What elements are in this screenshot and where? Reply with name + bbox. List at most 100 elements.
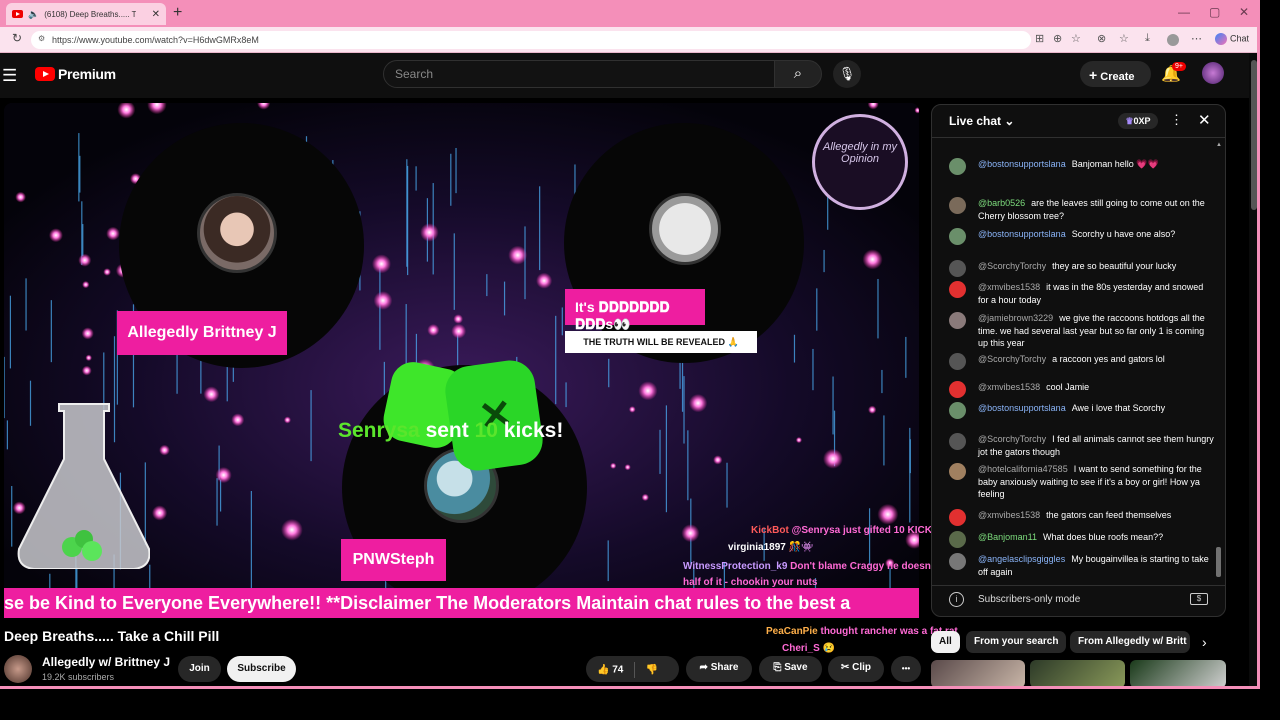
related-video-thumbnail[interactable]	[931, 660, 1025, 688]
more-actions-button[interactable]: •••	[891, 656, 921, 682]
chat-message-body: @hotelcalifornia47585 I want to send some…	[978, 463, 1214, 501]
download-icon[interactable]: ⤓	[1145, 32, 1150, 45]
chat-avatar[interactable]	[949, 197, 966, 214]
clip-button[interactable]: ✂ Clip	[828, 656, 884, 682]
chat-author[interactable]: @ScorchyTorchy	[978, 354, 1046, 364]
search-button[interactable]: ⌕	[774, 60, 822, 88]
chat-scroll-up-icon[interactable]: ▲	[1216, 142, 1222, 148]
profile-icon[interactable]	[1167, 34, 1179, 46]
chat-message-body: @ScorchyTorchy they are so beautiful your…	[978, 260, 1214, 273]
chat-avatar[interactable]	[949, 353, 966, 370]
chat-avatar[interactable]	[949, 463, 966, 480]
chat-author[interactable]: @ScorchyTorchy	[978, 261, 1046, 271]
chat-message: @bostonsupportslana Banjoman hello 💗💗	[949, 158, 1214, 175]
voice-search-button[interactable]: 🎙	[833, 60, 861, 88]
xp-badge[interactable]: ♛0XP	[1118, 113, 1158, 129]
like-button[interactable]: 👍 74	[597, 665, 623, 676]
maximize-button[interactable]: ▢	[1209, 5, 1220, 19]
chat-avatar[interactable]	[949, 381, 966, 398]
chip-from-channel[interactable]: From Allegedly w/ Britt	[1070, 631, 1190, 653]
extension-icon[interactable]: ⊗	[1097, 32, 1106, 45]
chat-avatar[interactable]	[949, 228, 966, 245]
search-input[interactable]: Search	[383, 60, 775, 88]
sparkle-dot	[203, 386, 220, 403]
account-avatar[interactable]	[1202, 62, 1224, 84]
thumbs-down-icon: 👎	[645, 664, 659, 676]
channel-avatar[interactable]	[4, 655, 32, 683]
subscribe-button[interactable]: Subscribe	[227, 656, 296, 682]
chat-avatar[interactable]	[949, 433, 966, 450]
favorites-icon[interactable]: ☆	[1119, 32, 1129, 45]
site-info-icon[interactable]: ⚙	[38, 34, 45, 43]
related-video-thumbnail[interactable]	[1130, 660, 1226, 688]
join-button[interactable]: Join	[178, 656, 221, 682]
more-options-icon[interactable]: ⋯	[1191, 32, 1202, 45]
favorite-star-icon[interactable]: ☆	[1071, 32, 1081, 45]
info-icon[interactable]: i	[949, 592, 964, 607]
chat-message-body: @jamiebrown3229 we give the raccoons hotd…	[978, 312, 1214, 350]
channel-name[interactable]: Allegedly w/ Brittney J	[42, 655, 170, 669]
chat-text: the gators can feed themselves	[1046, 510, 1172, 520]
sparkle-dot	[638, 381, 658, 401]
chat-author[interactable]: @ScorchyTorchy	[978, 434, 1046, 444]
chat-author[interactable]: @jamiebrown3229	[978, 313, 1053, 323]
window-close-button[interactable]: ✕	[1239, 5, 1249, 19]
sparkle-dot	[795, 436, 802, 444]
hamburger-menu-icon[interactable]: ☰	[2, 66, 17, 86]
close-tab-icon[interactable]: ✕	[152, 9, 160, 20]
sparkle-dot	[453, 314, 464, 324]
chat-author[interactable]: @hotelcalifornia47585	[978, 464, 1068, 474]
youtube-logo-icon[interactable]	[35, 67, 55, 81]
overlay-chat-line: Cheri_S 😢	[782, 643, 835, 654]
chat-author[interactable]: @bostonsupportslana	[978, 229, 1066, 239]
speaker-icon[interactable]: 🔈	[28, 9, 39, 20]
sparkle-dot	[81, 365, 92, 376]
chat-avatar[interactable]	[949, 553, 966, 570]
chat-author[interactable]: @xmvibes1538	[978, 282, 1040, 292]
chat-scrollbar[interactable]	[1216, 547, 1221, 577]
chat-avatar[interactable]	[949, 531, 966, 548]
save-button[interactable]: ⎘ Save	[759, 656, 822, 682]
create-button[interactable]: + Create	[1080, 61, 1151, 87]
chat-author[interactable]: @xmvibes1538	[978, 510, 1040, 520]
chat-avatar[interactable]	[949, 312, 966, 329]
chat-avatar[interactable]	[949, 281, 966, 298]
chip-from-your-search[interactable]: From your search	[966, 631, 1067, 653]
chevron-right-icon[interactable]: ›	[1202, 634, 1207, 650]
sparkle-dot	[85, 354, 92, 362]
chat-avatar[interactable]	[949, 260, 966, 277]
chat-author[interactable]: @bostonsupportslana	[978, 159, 1066, 169]
related-video-thumbnail[interactable]	[1030, 660, 1125, 688]
clip-label: Clip	[852, 662, 872, 673]
copilot-chat-button[interactable]: Chat	[1215, 33, 1249, 45]
chat-author[interactable]: @barb0526	[978, 198, 1025, 208]
chip-all[interactable]: All	[931, 631, 960, 653]
zoom-icon[interactable]: ⊕	[1053, 32, 1062, 45]
chat-author[interactable]: @Banjoman11	[978, 532, 1037, 542]
chat-author[interactable]: @bostonsupportslana	[978, 403, 1066, 413]
sparkle-dot	[159, 444, 170, 456]
sparkle-dot	[536, 272, 553, 289]
chat-popout-icon[interactable]: $	[1190, 593, 1208, 605]
minimize-button[interactable]: —	[1178, 5, 1190, 19]
sparkle-dot	[610, 462, 617, 469]
new-tab-button[interactable]: +	[173, 4, 182, 22]
chat-message-body: @angelasclipsgiggles My bougainvillea is …	[978, 553, 1214, 578]
premium-brand[interactable]: Premium	[58, 66, 116, 82]
reload-icon[interactable]: ↻	[12, 31, 22, 45]
chat-author[interactable]: @angelasclipsgiggles	[978, 554, 1065, 564]
chat-avatar[interactable]	[949, 402, 966, 419]
video-player[interactable]: Allegedly Brittney J PNWSteph ✕ It's 𝐃𝐃𝐃…	[4, 103, 919, 618]
live-chat-mode-dropdown[interactable]: Live chat ⌄	[949, 114, 1014, 128]
address-bar[interactable]: https://www.youtube.com/watch?v=H6dwGMRx…	[31, 31, 1031, 49]
app-icon[interactable]: ⊞	[1035, 32, 1044, 45]
browser-tab[interactable]: 🔈 (6108) Deep Breaths..... Take a ✕	[6, 3, 166, 25]
chat-menu-icon[interactable]: ⋮	[1170, 112, 1183, 128]
chat-avatar[interactable]	[949, 158, 966, 175]
chat-author[interactable]: @xmvibes1538	[978, 382, 1040, 392]
chat-avatar[interactable]	[949, 509, 966, 526]
dislike-button[interactable]: 👎	[646, 665, 658, 676]
share-button[interactable]: ➦ Share	[686, 656, 752, 682]
overlay-text: @Senrysa just gifted 10 KICKs!	[791, 525, 941, 536]
close-chat-icon[interactable]: ✕	[1198, 111, 1211, 129]
